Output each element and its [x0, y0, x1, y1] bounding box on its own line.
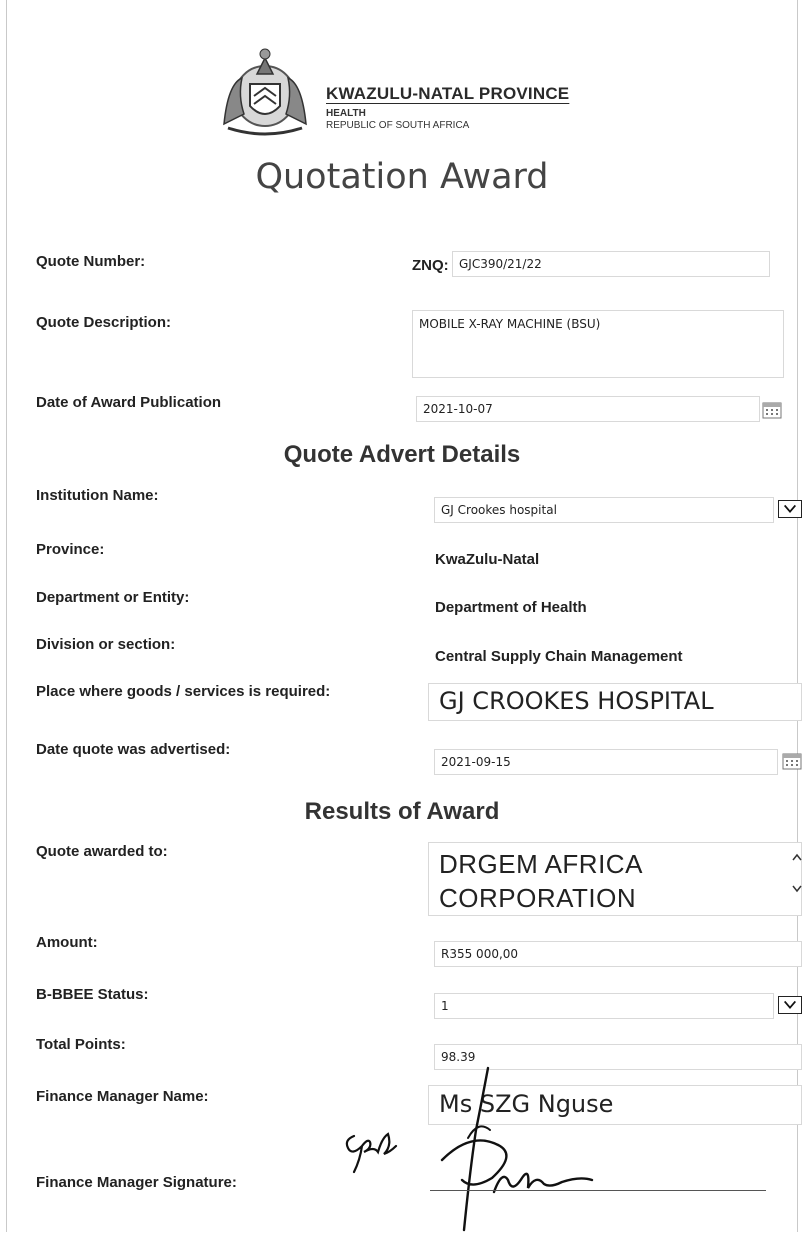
institution-select[interactable]: GJ Crookes hospital	[434, 497, 774, 523]
province-label: Province:	[36, 541, 105, 558]
awarded-to-field[interactable]: DRGEM AFRICA CORPORATION	[428, 842, 802, 916]
division-label: Division or section:	[36, 636, 176, 653]
advertised-date-field[interactable]: 2021-09-15	[434, 749, 778, 775]
award-date-label: Date of Award Publication	[36, 394, 222, 411]
institution-label: Institution Name:	[36, 487, 159, 504]
advert-section-title: Quote Advert Details	[283, 441, 521, 468]
department-label: Department or Entity:	[36, 589, 190, 606]
quote-number-field[interactable]: GJC390/21/22	[452, 251, 770, 277]
quote-description-field[interactable]: MOBILE X-RAY MACHINE (BSU)	[412, 310, 784, 378]
bbbee-select[interactable]: 1	[434, 993, 774, 1019]
signature-scribble	[440, 1066, 594, 1232]
document-title: Quotation Award	[255, 157, 549, 197]
bbbee-label: B-BBEE Status:	[36, 986, 149, 1003]
coat-of-arms-icon	[223, 48, 307, 136]
place-label: Place where goods / services is required…	[36, 683, 331, 700]
fm-signature-label: Finance Manager Signature:	[36, 1174, 237, 1191]
org-department: HEALTH	[326, 108, 366, 119]
chevron-down-icon[interactable]	[778, 996, 802, 1014]
org-name: KWAZULU-NATAL PROVINCE	[326, 84, 570, 103]
scroll-arrows-icon[interactable]	[790, 850, 804, 896]
amount-field[interactable]: R355 000,00	[434, 941, 802, 967]
award-date-field[interactable]: 2021-10-07	[416, 396, 760, 422]
calendar-icon[interactable]	[782, 752, 802, 770]
province-value: KwaZulu-Natal	[435, 551, 540, 568]
total-points-label: Total Points:	[36, 1036, 126, 1053]
department-value: Department of Health	[435, 599, 587, 616]
advertised-date-label: Date quote was advertised:	[36, 741, 231, 758]
signature-line	[430, 1190, 766, 1191]
division-value: Central Supply Chain Management	[435, 648, 683, 665]
results-section-title: Results of Award	[304, 798, 500, 825]
quote-number-prefix: ZNQ:	[412, 257, 449, 274]
amount-label: Amount:	[36, 934, 98, 951]
calendar-icon[interactable]	[762, 401, 782, 419]
quote-description-label: Quote Description:	[36, 314, 172, 331]
place-field[interactable]: GJ CROOKES HOSPITAL	[428, 683, 802, 721]
quote-number-label: Quote Number:	[36, 253, 146, 270]
initials-scribble	[345, 1132, 398, 1174]
fm-name-label: Finance Manager Name:	[36, 1088, 209, 1105]
chevron-down-icon[interactable]	[778, 500, 802, 518]
awarded-to-label: Quote awarded to:	[36, 843, 168, 860]
org-country: REPUBLIC OF SOUTH AFRICA	[326, 120, 470, 131]
